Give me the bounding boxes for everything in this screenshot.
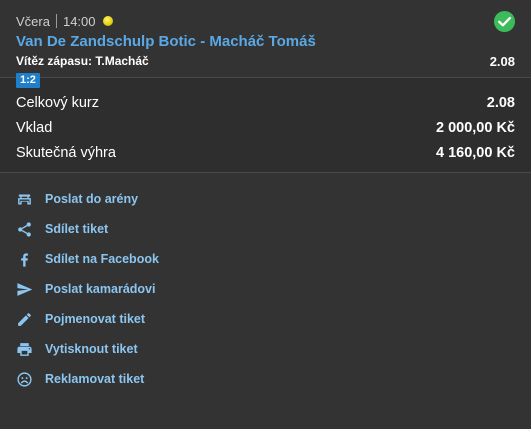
event-time: 14:00 bbox=[62, 13, 96, 29]
action-label: Sdílet tiket bbox=[45, 222, 109, 236]
summary-label: Vklad bbox=[16, 120, 53, 136]
bet-pick: T.Macháč bbox=[95, 54, 149, 68]
summary-value: 4 160,00 Kč bbox=[435, 145, 515, 161]
meta-separator bbox=[55, 14, 57, 28]
action-label: Pojmenovat tiket bbox=[45, 312, 146, 326]
facebook-icon bbox=[16, 251, 33, 268]
event-day: Včera bbox=[16, 13, 50, 29]
action-label: Sdílet na Facebook bbox=[45, 252, 159, 266]
ticket-detail: Včera 14:00 Van De Zandschulp Botic - Ma… bbox=[0, 0, 531, 429]
action-label: Poslat kamarádovi bbox=[45, 282, 156, 296]
send-to-friend-button[interactable]: Poslat kamarádovi bbox=[0, 274, 531, 304]
summary-row-stake: Vklad 2 000,00 Kč bbox=[16, 116, 515, 141]
check-circle-icon bbox=[493, 10, 516, 33]
summary-value: 2.08 bbox=[486, 95, 515, 111]
tennis-ball-icon bbox=[102, 16, 113, 26]
share-icon bbox=[16, 221, 33, 238]
summary-row-total-odds: Celkový kurz 2.08 bbox=[16, 91, 515, 116]
event-meta: Včera 14:00 bbox=[16, 12, 515, 30]
summary-label: Celkový kurz bbox=[16, 95, 99, 111]
action-label: Poslat do arény bbox=[45, 192, 139, 206]
bet-row: Vítěz zápasu: T.Macháč 2.08 bbox=[16, 52, 515, 70]
arena-icon bbox=[16, 191, 33, 208]
send-to-arena-button[interactable]: Poslat do arény bbox=[0, 184, 531, 214]
rename-ticket-button[interactable]: Pojmenovat tiket bbox=[0, 304, 531, 334]
ticket-actions: Poslat do arény Sdílet tiket Sdílet na F… bbox=[0, 173, 531, 394]
bet-label: Vítěz zápasu: bbox=[16, 54, 93, 68]
complain-ticket-button[interactable]: Reklamovat tiket bbox=[0, 364, 531, 394]
sad-face-icon bbox=[16, 371, 33, 388]
summary-value: 2 000,00 Kč bbox=[435, 120, 515, 136]
event-block: Včera 14:00 Van De Zandschulp Botic - Ma… bbox=[0, 0, 531, 88]
bet-selection: Vítěz zápasu: T.Macháč bbox=[16, 54, 149, 68]
bet-odds: 2.08 bbox=[489, 53, 515, 69]
score-badge: 1:2 bbox=[16, 73, 40, 88]
summary-row-actual-win: Skutečná výhra 4 160,00 Kč bbox=[16, 141, 515, 166]
event-title-link[interactable]: Van De Zandschulp Botic - Macháč Tomáš bbox=[16, 32, 515, 52]
summary-label: Skutečná výhra bbox=[16, 145, 116, 161]
print-ticket-button[interactable]: Vytisknout tiket bbox=[0, 334, 531, 364]
print-icon bbox=[16, 341, 33, 358]
share-facebook-button[interactable]: Sdílet na Facebook bbox=[0, 244, 531, 274]
send-icon bbox=[16, 281, 33, 298]
share-ticket-button[interactable]: Sdílet tiket bbox=[0, 214, 531, 244]
pencil-icon bbox=[16, 311, 33, 328]
action-label: Vytisknout tiket bbox=[45, 342, 138, 356]
action-label: Reklamovat tiket bbox=[45, 372, 145, 386]
ticket-summary: Celkový kurz 2.08 Vklad 2 000,00 Kč Skut… bbox=[0, 78, 531, 172]
